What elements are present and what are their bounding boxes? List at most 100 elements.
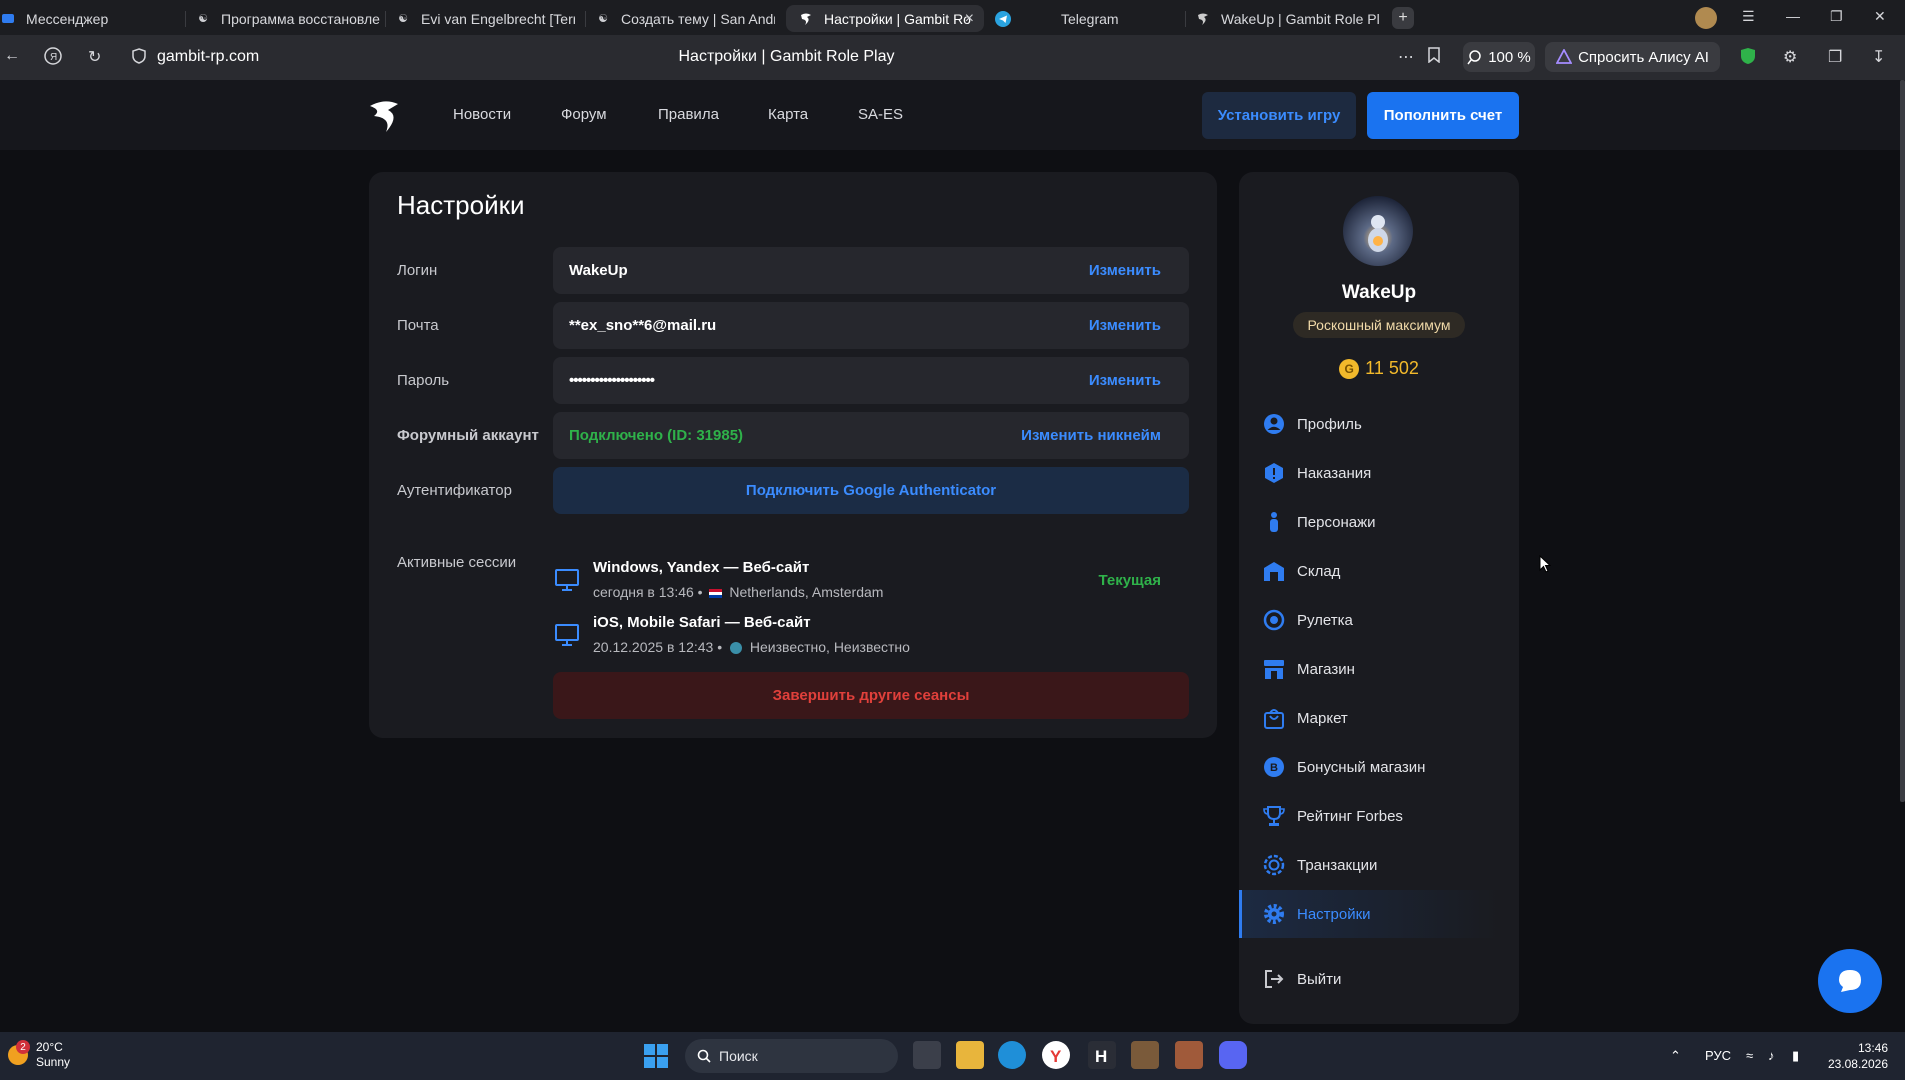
more-icon[interactable]: ⋯ (1398, 47, 1414, 67)
rank-badge: Роскошный максимум (1293, 312, 1465, 338)
battery-icon[interactable]: ▮ (1792, 1048, 1799, 1064)
browser-menu-icon[interactable]: ☰ (1742, 8, 1755, 25)
nav-news[interactable]: Новости (453, 106, 511, 123)
support-chat-button[interactable] (1818, 949, 1882, 1013)
email-value: **ex_sno**6@mail.ru (569, 317, 717, 334)
weather-badge: 2 (16, 1040, 30, 1054)
balance-value: 11 502 (1365, 358, 1419, 378)
ask-alice-button[interactable]: Спросить Алису AI (1545, 42, 1720, 72)
forum-account-field: Подключено (ID: 31985) Изменить никнейм (553, 412, 1189, 459)
active-sessions-label: Активные сессии (397, 554, 517, 571)
avatar[interactable] (1343, 196, 1413, 266)
password-field: •••••••••••••••••••• Изменить (553, 357, 1189, 404)
wifi-icon[interactable]: ≈ (1746, 1048, 1753, 1063)
shop-icon (1264, 660, 1284, 679)
tray-expand-icon[interactable]: ⌃ (1670, 1048, 1681, 1064)
game-app-icon[interactable] (1175, 1041, 1203, 1069)
extensions-icon[interactable]: ⚙ (1783, 47, 1797, 67)
downloads-icon[interactable]: ↧ (1872, 47, 1885, 67)
sidebar-item-transactions[interactable]: Транзакции (1239, 841, 1499, 889)
tab-label: Программа восстановле (221, 10, 380, 27)
weather-widget[interactable]: 2 20°C Sunny (8, 1040, 70, 1070)
tab-wakeup[interactable]: WakeUp | Gambit Role Pla (1195, 5, 1380, 32)
new-tab-button[interactable]: + (1392, 7, 1414, 29)
globe-icon (730, 642, 743, 655)
tab-settings-active[interactable]: Настройки | Gambit Ro × (786, 5, 984, 32)
tab-program[interactable]: ☯ Программа восстановле (195, 5, 380, 32)
zoom-icon (1467, 49, 1481, 64)
sidebar-item-label: Профиль (1297, 415, 1362, 433)
mouse-cursor-icon (1539, 555, 1551, 573)
sidebar-item-warehouse[interactable]: Склад (1239, 547, 1499, 595)
sidebar-item-characters[interactable]: Персонажи (1239, 498, 1499, 546)
windows-start-icon[interactable] (644, 1044, 668, 1068)
minimize-icon[interactable]: — (1786, 8, 1800, 24)
nav-rules[interactable]: Правила (658, 106, 719, 123)
top-up-button[interactable]: Пополнить счет (1367, 92, 1519, 139)
sidebar-item-bonus-shop[interactable]: B Бонусный магазин (1239, 743, 1499, 791)
sidebar-item-profile[interactable]: Профиль (1239, 400, 1499, 448)
page-scrollbar[interactable] (1900, 80, 1905, 802)
game-app-icon[interactable] (1131, 1041, 1159, 1069)
browser-address-bar: ← Я ↻ gambit-rp.com Настройки | Gambit R… (0, 35, 1905, 80)
change-nickname-link[interactable]: Изменить никнейм (1021, 427, 1161, 444)
bookmark-icon[interactable] (1428, 47, 1440, 68)
close-window-icon[interactable]: ✕ (1874, 8, 1886, 25)
tab-messenger[interactable]: Мессенджер (0, 5, 150, 32)
taskbar-search[interactable]: Поиск (685, 1039, 898, 1073)
settings-panel: Настройки Логин WakeUp Изменить Почта **… (369, 172, 1217, 738)
chat-bubble-icon (1839, 970, 1861, 992)
yandex-browser-icon[interactable]: Y (1042, 1041, 1070, 1069)
sidebar-item-punishments[interactable]: Наказания (1239, 449, 1499, 497)
change-email-link[interactable]: Изменить (1089, 317, 1161, 334)
roulette-icon (1263, 609, 1285, 631)
tab-telegram[interactable]: Telegram (995, 5, 1175, 32)
session-location: Netherlands, Amsterdam (729, 584, 884, 600)
zoom-button[interactable]: 100 % (1463, 42, 1535, 72)
sidebar-item-market[interactable]: Маркет (1239, 694, 1499, 742)
gambit-logo-icon[interactable] (364, 96, 404, 136)
language-indicator[interactable]: РУС (1705, 1048, 1731, 1063)
file-explorer-icon[interactable] (956, 1041, 984, 1069)
gambit-logo-icon (1195, 11, 1211, 27)
current-session-badge: Текущая (1098, 572, 1161, 589)
sun-icon: 2 (8, 1040, 30, 1065)
collections-icon[interactable]: ❐ (1828, 47, 1842, 67)
weather-condition: Sunny (36, 1055, 71, 1069)
tab-create-topic[interactable]: ☯ Создать тему | San Andre (595, 5, 775, 32)
forum-icon: ☯ (198, 13, 208, 25)
sidebar-item-shop[interactable]: Магазин (1239, 645, 1499, 693)
logout-button[interactable]: Выйти (1239, 955, 1499, 1003)
change-login-link[interactable]: Изменить (1089, 262, 1161, 279)
sidebar-item-roulette[interactable]: Рулетка (1239, 596, 1499, 644)
browser-profile-avatar[interactable] (1695, 7, 1717, 29)
restore-icon[interactable]: ❐ (1830, 8, 1843, 25)
authenticator-label: Аутентификатор (397, 482, 512, 499)
h-app-icon[interactable]: H (1088, 1041, 1116, 1069)
nav-sa-es[interactable]: SA-ES (858, 106, 903, 123)
sidebar-item-settings[interactable]: Настройки (1239, 890, 1499, 938)
clock-time: 13:46 (1857, 1041, 1888, 1055)
protect-icon[interactable] (1740, 47, 1756, 70)
discord-icon[interactable] (1219, 1041, 1247, 1069)
nav-map[interactable]: Карта (768, 106, 808, 123)
taskbar-clock[interactable]: 13:46 23.08.2026 (1826, 1040, 1888, 1072)
svg-text:B: B (1270, 762, 1278, 774)
taskbar-search-label: Поиск (719, 1048, 758, 1064)
gambit-logo-icon (798, 11, 814, 27)
change-password-link[interactable]: Изменить (1089, 372, 1161, 389)
task-view-icon[interactable] (913, 1041, 941, 1069)
sidebar-item-forbes[interactable]: Рейтинг Forbes (1239, 792, 1499, 840)
forum-account-label: Форумный аккаунт (397, 427, 539, 444)
password-value: •••••••••••••••••••• (569, 372, 655, 389)
session-title: Windows, Yandex — Веб-сайт (593, 559, 810, 576)
volume-icon[interactable]: ♪ (1768, 1048, 1775, 1063)
login-label: Логин (397, 262, 438, 279)
close-tab-icon[interactable]: × (965, 10, 974, 28)
tab-evi[interactable]: ☯ Evi van Engelbrecht [Terre (395, 5, 575, 32)
edge-icon[interactable] (998, 1041, 1026, 1069)
nav-forum[interactable]: Форум (561, 106, 607, 123)
install-game-button[interactable]: Установить игру (1202, 92, 1356, 139)
connect-authenticator-button[interactable]: Подключить Google Authenticator (553, 467, 1189, 514)
end-other-sessions-button[interactable]: Завершить другие сеансы (553, 672, 1189, 719)
